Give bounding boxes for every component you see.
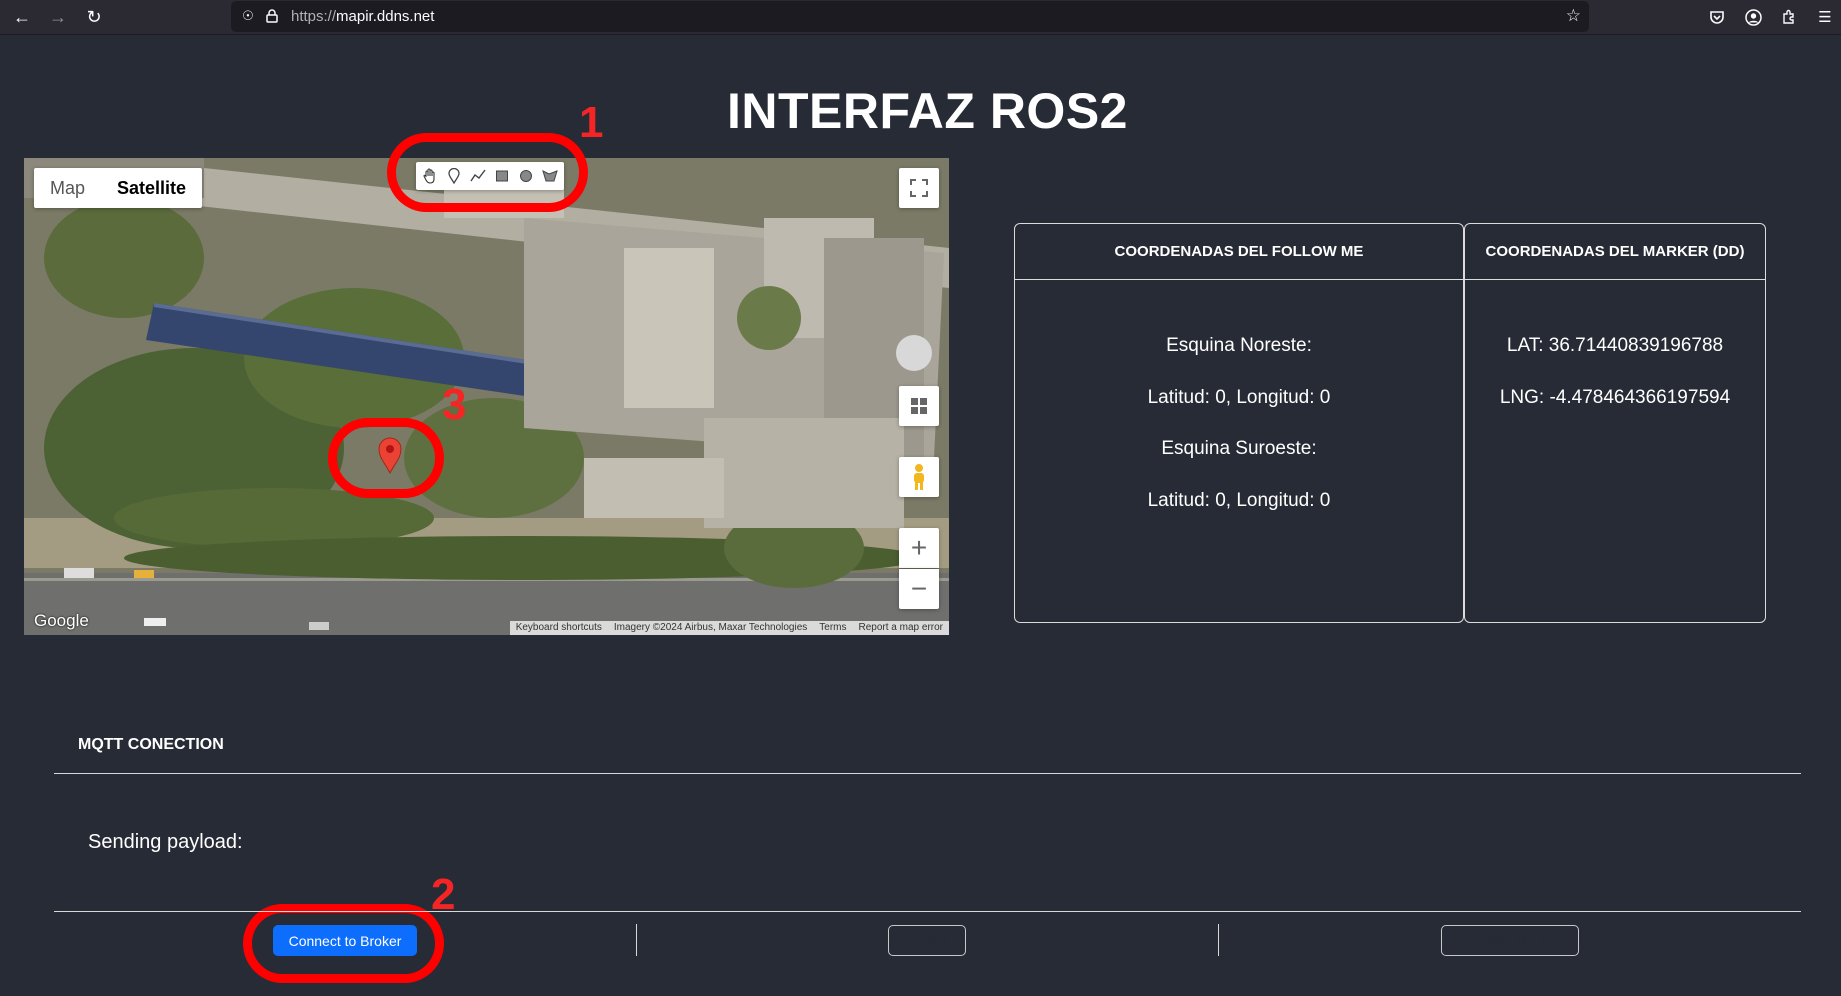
follow-me-panel: COORDENADAS DEL FOLLOW ME Esquina Norest… bbox=[1014, 223, 1464, 623]
url-text: https://mapir.ddns.net bbox=[291, 8, 435, 25]
divider bbox=[54, 911, 1801, 912]
annotation-circle-3 bbox=[328, 418, 444, 498]
annotation-circle-1 bbox=[387, 133, 588, 212]
layers-grid-icon[interactable] bbox=[899, 386, 939, 426]
reload-icon[interactable]: ↻ bbox=[80, 4, 108, 30]
map-type-satellite-button[interactable]: Satellite bbox=[101, 168, 202, 208]
column-divider bbox=[1218, 924, 1219, 956]
publish-button[interactable]: Publish bbox=[888, 925, 966, 956]
arrow-left-icon[interactable]: ← bbox=[8, 4, 36, 30]
google-map[interactable]: Map Satellite + − Google Keyboard shortc… bbox=[24, 158, 949, 635]
shield-icon[interactable]: ☉ bbox=[239, 7, 257, 25]
marker-header: COORDENADAS DEL MARKER (DD) bbox=[1465, 224, 1765, 280]
divider bbox=[54, 773, 1801, 774]
column-divider bbox=[636, 924, 637, 956]
sending-payload-label: Sending payload: bbox=[88, 831, 243, 853]
zoom-in-button[interactable]: + bbox=[899, 528, 939, 568]
imagery-attribution: Imagery ©2024 Airbus, Maxar Technologies bbox=[613, 622, 808, 633]
satellite-imagery bbox=[24, 158, 949, 635]
fullscreen-icon[interactable] bbox=[899, 168, 939, 208]
follow-me-header: COORDENADAS DEL FOLLOW ME bbox=[1015, 224, 1463, 280]
report-map-error-link[interactable]: Report a map error bbox=[853, 621, 949, 635]
pegman-icon[interactable] bbox=[899, 457, 939, 497]
keyboard-shortcuts-link[interactable]: Keyboard shortcuts bbox=[510, 621, 608, 635]
map-type-map-button[interactable]: Map bbox=[34, 168, 101, 208]
annotation-number-1: 1 bbox=[579, 98, 604, 147]
marker-longitude: LNG: -4.478464366197594 bbox=[1499, 386, 1731, 408]
northeast-label: Esquina Noreste: bbox=[1166, 335, 1312, 356]
zoom-out-button[interactable]: − bbox=[899, 569, 939, 609]
url-bar[interactable]: ☉ https://mapir.ddns.net ☆ bbox=[231, 1, 1589, 32]
google-logo: Google bbox=[34, 611, 89, 630]
marker-panel: COORDENADAS DEL MARKER (DD) LAT: 36.7144… bbox=[1464, 223, 1766, 623]
map-footer: Keyboard shortcuts Imagery ©2024 Airbus,… bbox=[509, 621, 949, 635]
map-type-control: Map Satellite bbox=[34, 168, 203, 208]
menu-icon[interactable]: ☰ bbox=[1813, 5, 1837, 29]
lock-icon[interactable] bbox=[263, 7, 281, 25]
bookmark-star-icon[interactable]: ☆ bbox=[1566, 6, 1581, 26]
marker-latitude: LAT: 36.71440839196788 bbox=[1506, 335, 1724, 356]
arrow-right-icon[interactable]: → bbox=[44, 4, 72, 30]
browser-toolbar: ← → ↻ ☉ https://mapir.ddns.net ☆ ☰ bbox=[0, 0, 1841, 35]
account-icon[interactable] bbox=[1741, 5, 1765, 29]
southwest-coordinates: Latitud: 0, Longitud: 0 bbox=[1147, 489, 1331, 511]
terms-link[interactable]: Terms bbox=[813, 621, 852, 635]
annotation-number-2: 2 bbox=[431, 870, 456, 919]
pocket-icon[interactable] bbox=[1705, 5, 1729, 29]
mqtt-section-title: MQTT CONECTION bbox=[78, 736, 224, 753]
southwest-label: Esquina Suroeste: bbox=[1161, 438, 1317, 459]
follow-me-toggle-button[interactable]: FOLLOW ME OFF bbox=[1441, 925, 1579, 956]
annotation-number-3: 3 bbox=[442, 380, 467, 429]
page-title: INTERFAZ ROS2 bbox=[727, 83, 1128, 139]
connect-to-broker-button[interactable]: Connect to Broker bbox=[273, 925, 417, 956]
extensions-icon[interactable] bbox=[1777, 5, 1801, 29]
northeast-coordinates: Latitud: 0, Longitud: 0 bbox=[1147, 386, 1331, 408]
